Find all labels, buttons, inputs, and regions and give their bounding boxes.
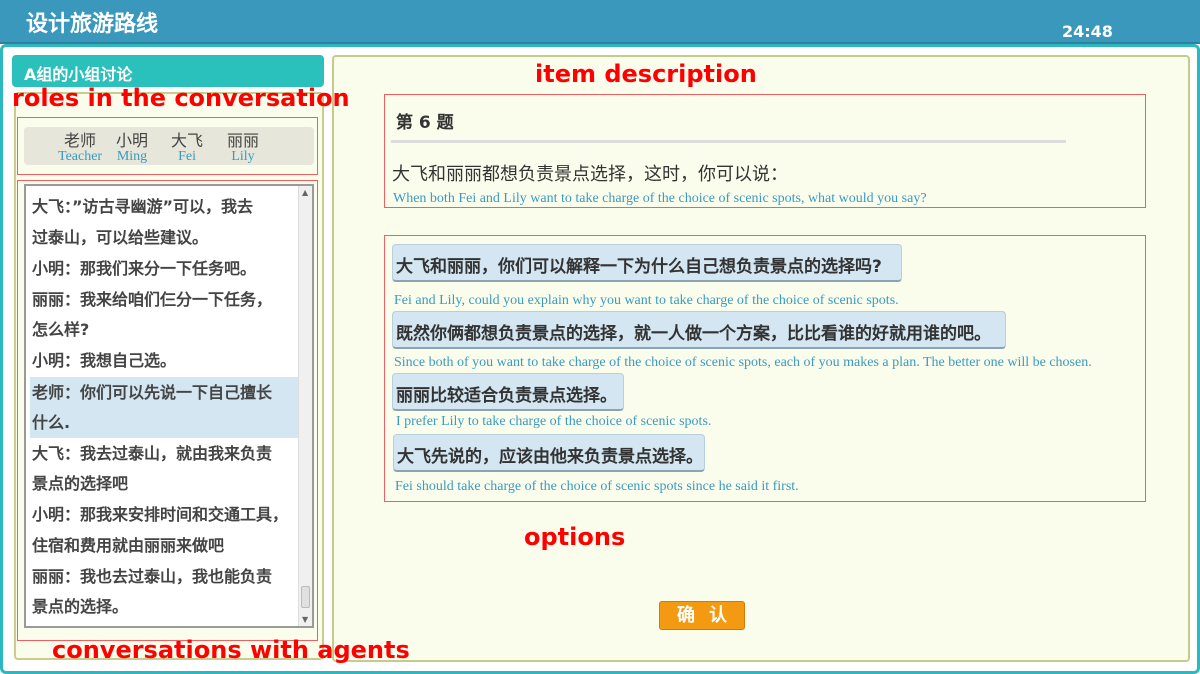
option-3-en: I prefer Lily to take charge of the choi… [396,414,712,429]
app-title: 设计旅游路线 [26,12,159,37]
chat-line: 大飞：”访古寻幽游”可以，我去 [32,197,254,216]
option-1[interactable]: 大飞和丽丽，你们可以解释一下为什么自己想负责景点的选择吗? [392,244,902,282]
chat-line: 小明：我想自己选。 [32,351,177,370]
scroll-thumb[interactable] [301,586,310,608]
chat-line: 怎么样? [32,320,90,339]
annotation-options: options [524,523,626,551]
confirm-button[interactable]: 确认 [659,601,745,630]
chat-line: 过泰山，可以给些建议。 [32,228,209,247]
option-4[interactable]: 大飞先说的，应该由他来负责景点选择。 [393,434,705,472]
chat-line-highlighted: 老师：你们可以先说一下自己擅长 [30,377,300,408]
chat-line-highlighted: 什么. [30,407,300,438]
roles-bar: 老师 Teacher 小明 Ming 大飞 Fei 丽丽 Lily [24,127,314,165]
option-4-en: Fei should take charge of the choice of … [395,479,799,494]
scroll-up-icon[interactable]: ▲ [302,188,308,197]
chat-line: 住宿和费用就由丽丽来做吧 [32,536,225,555]
role-zh: 大飞 [171,131,204,150]
chat-line: 大飞：我去过泰山，就由我来负责 [32,444,273,463]
role-zh: 老师 [64,131,97,150]
role-en: Fei [178,149,196,164]
chat-line: 丽丽：我也去过泰山，我也能负责 [32,567,273,586]
option-2-en: Since both of you want to take charge of… [394,355,1092,370]
role-zh: 丽丽 [227,131,260,150]
scroll-down-icon[interactable]: ▼ [302,615,308,624]
role-teacher: 老师 Teacher [58,131,103,164]
chat-scrollbar[interactable]: ▲ ▼ [298,186,312,626]
role-lily: 丽丽 Lily [227,131,260,164]
question-number: 第 6 题 [396,113,454,133]
option-1-en: Fei and Lily, could you explain why you … [394,293,899,308]
role-en: Lily [231,149,255,164]
app-header: 设计旅游路线 24:48 [0,0,1200,44]
chat-line: 小明：那我们来分一下任务吧。 [32,259,257,278]
role-ming: 小明 Ming [116,131,149,164]
option-3[interactable]: 丽丽比较适合负责景点选择。 [392,373,624,411]
annotation-item: item description [535,60,757,88]
chat-line: 丽丽：我来给咱们仨分一下任务， [32,290,273,309]
annotation-conversations: conversations with agents [52,636,410,664]
role-en: Teacher [58,149,103,164]
chat-line: 景点的选择。 [32,597,129,616]
role-zh: 小明 [116,131,149,150]
role-fei: 大飞 Fei [171,131,204,164]
question-text: 大飞和丽丽都想负责景点选择，这时，你可以说： [392,164,788,185]
group-discussion-title: A组的小组讨论 [12,55,324,87]
role-en: Ming [116,149,148,164]
chat-line: 景点的选择吧 [32,474,129,493]
conversation-log[interactable]: 大飞：”访古寻幽游”可以，我去 过泰山，可以给些建议。 小明：那我们来分一下任务… [24,184,314,628]
chat-line: 小明：那我来安排时间和交通工具， [32,505,289,524]
question-text-en: When both Fei and Lily want to take char… [393,191,927,206]
annotation-roles: roles in the conversation [12,84,350,112]
option-2[interactable]: 既然你俩都想负责景点的选择，就一人做一个方案，比比看谁的好就用谁的吧。 [392,311,1006,349]
countdown-timer: 24:48 [1062,22,1113,41]
divider [391,140,1066,143]
